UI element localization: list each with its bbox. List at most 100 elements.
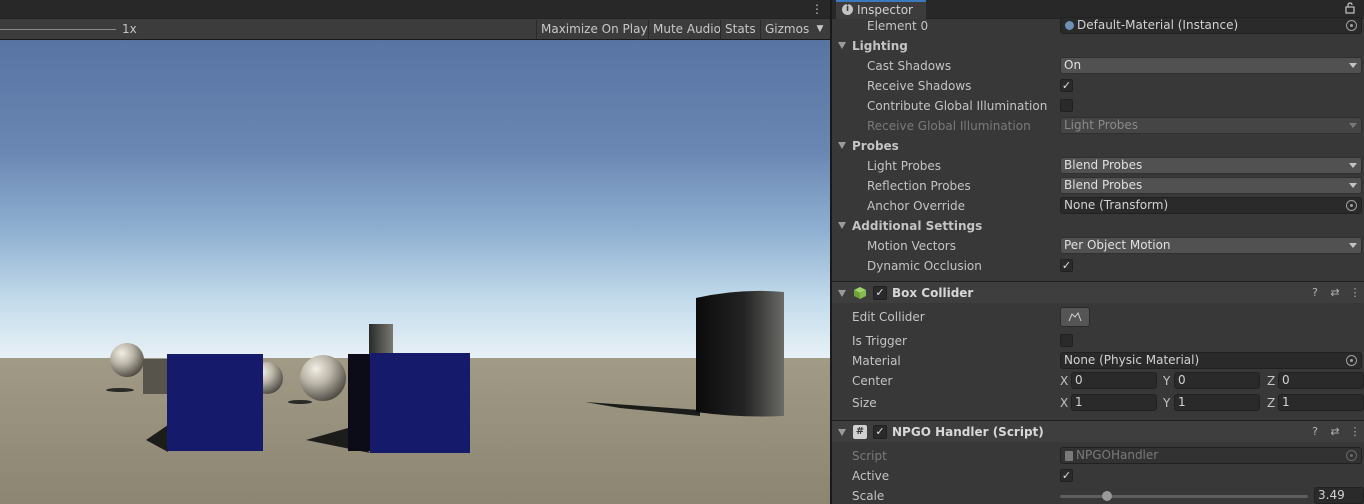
cast-shadows-dropdown[interactable]: On: [1060, 57, 1362, 74]
npgo-handler-enabled-checkbox[interactable]: ✓: [873, 425, 887, 439]
foldout-arrow-icon: [838, 42, 846, 49]
help-icon[interactable]: ?: [1308, 286, 1322, 300]
preset-icon[interactable]: ⇄: [1328, 425, 1342, 439]
dynamic-occlusion-checkbox[interactable]: ✓: [1060, 259, 1073, 272]
cast-shadows-value: On: [1064, 58, 1082, 72]
mute-audio-button[interactable]: Mute Audio: [648, 20, 725, 39]
script-file-icon: [1065, 451, 1073, 461]
maximize-on-play-button[interactable]: Maximize On Play: [536, 20, 652, 39]
motion-vectors-value: Per Object Motion: [1064, 238, 1171, 252]
center-y-label: Y: [1163, 374, 1171, 388]
material-row: Material None (Physic Material): [832, 351, 1364, 371]
foldout-arrow-icon: [838, 142, 846, 149]
object-picker-icon[interactable]: [1346, 20, 1357, 31]
help-icon[interactable]: ?: [1308, 425, 1322, 439]
material-icon: [1065, 21, 1074, 30]
reflection-probes-label: Reflection Probes: [867, 179, 971, 193]
dynamic-occlusion-label: Dynamic Occlusion: [867, 259, 982, 273]
probes-foldout[interactable]: Probes: [832, 136, 1364, 156]
is-trigger-row: Is Trigger: [832, 331, 1364, 351]
element0-value: Default-Material (Instance): [1077, 18, 1239, 32]
element0-label: Element 0: [867, 19, 929, 33]
edit-collider-row: Edit Collider: [832, 307, 1364, 327]
cube-left: [167, 354, 263, 451]
sphere-shadow: [106, 388, 134, 392]
script-row: Script NPGOHandler: [832, 446, 1364, 466]
script-hash-icon: #: [853, 425, 867, 439]
scale-slider-track[interactable]: [1060, 495, 1308, 498]
receive-gi-label: Receive Global Illumination: [867, 119, 1031, 133]
center-x-field[interactable]: 0: [1071, 372, 1157, 389]
gizmos-dropdown-icon[interactable]: ▼: [812, 20, 828, 39]
receive-gi-row: Receive Global Illumination Light Probes: [832, 116, 1364, 136]
game-menu-icon[interactable]: ⋮: [810, 1, 824, 17]
additional-settings-title: Additional Settings: [852, 219, 983, 233]
scale-label: Scale: [852, 489, 885, 503]
lighting-foldout[interactable]: Lighting: [832, 36, 1364, 56]
gizmos-button[interactable]: Gizmos: [760, 20, 813, 39]
object-picker-icon[interactable]: [1346, 200, 1357, 211]
motion-vectors-label: Motion Vectors: [867, 239, 956, 253]
light-probes-value: Blend Probes: [1064, 158, 1143, 172]
scale-value-field[interactable]: 3.49: [1314, 487, 1364, 504]
script-field: NPGOHandler: [1060, 447, 1362, 464]
object-picker-icon[interactable]: [1346, 355, 1357, 366]
light-probes-row: Light Probes Blend Probes: [832, 156, 1364, 176]
scene-objects: [106, 290, 784, 453]
receive-shadows-checkbox[interactable]: ✓: [1060, 79, 1073, 92]
scale-slider[interactable]: [0, 29, 116, 30]
cast-shadows-row: Cast Shadows On: [832, 56, 1364, 76]
dropdown-arrow-icon: [1349, 183, 1357, 188]
context-menu-icon[interactable]: ⋮: [1348, 286, 1362, 300]
active-row: Active ✓: [832, 466, 1364, 486]
small-box: [143, 359, 169, 394]
npgo-handler-header[interactable]: # ✓ NPGO Handler (Script) ? ⇄ ⋮: [832, 420, 1364, 442]
reflection-probes-row: Reflection Probes Blend Probes: [832, 176, 1364, 196]
is-trigger-checkbox[interactable]: [1060, 334, 1073, 347]
receive-shadows-row: Receive Shadows ✓: [832, 76, 1364, 96]
preset-icon[interactable]: ⇄: [1328, 286, 1342, 300]
receive-shadows-label: Receive Shadows: [867, 79, 972, 93]
small-cylinder: [369, 324, 393, 356]
reflection-probes-dropdown[interactable]: Blend Probes: [1060, 177, 1362, 194]
game-toolbar: ⋮ 1x Maximize On Play Mute Audio Stats G…: [0, 0, 830, 40]
motion-vectors-row: Motion Vectors Per Object Motion: [832, 236, 1364, 256]
active-checkbox[interactable]: ✓: [1060, 469, 1073, 482]
anchor-override-label: Anchor Override: [867, 199, 966, 213]
size-z-label: Z: [1267, 396, 1276, 410]
dropdown-arrow-icon: [1349, 63, 1357, 68]
box-collider-enabled-checkbox[interactable]: ✓: [873, 286, 887, 300]
active-label: Active: [852, 469, 890, 483]
center-y-field[interactable]: 0: [1174, 372, 1260, 389]
edit-collider-button[interactable]: [1060, 307, 1090, 327]
stats-button[interactable]: Stats: [720, 20, 760, 39]
foldout-arrow-icon: [838, 290, 846, 297]
size-z-field[interactable]: 1: [1278, 394, 1364, 411]
motion-vectors-dropdown[interactable]: Per Object Motion: [1060, 237, 1362, 254]
additional-settings-foldout[interactable]: Additional Settings: [832, 216, 1364, 236]
material-value: None (Physic Material): [1064, 353, 1200, 367]
material-field[interactable]: None (Physic Material): [1060, 352, 1362, 369]
center-z-field[interactable]: 0: [1278, 372, 1364, 389]
lock-icon[interactable]: [1344, 2, 1356, 14]
context-menu-icon[interactable]: ⋮: [1348, 425, 1362, 439]
anchor-override-field[interactable]: None (Transform): [1060, 197, 1362, 214]
size-label: Size: [852, 396, 877, 410]
sphere-center: [300, 355, 346, 401]
is-trigger-label: Is Trigger: [852, 334, 907, 348]
dropdown-arrow-icon: [1349, 163, 1357, 168]
contribute-gi-label: Contribute Global Illumination: [867, 99, 1048, 113]
edit-collider-label: Edit Collider: [852, 310, 925, 324]
scale-slider-thumb[interactable]: [1102, 491, 1113, 501]
foldout-arrow-icon: [838, 222, 846, 229]
light-probes-label: Light Probes: [867, 159, 942, 173]
box-collider-header[interactable]: ✓ Box Collider ? ⇄ ⋮: [832, 281, 1364, 303]
contribute-gi-checkbox[interactable]: [1060, 99, 1073, 112]
scale-row: Scale 3.49: [832, 486, 1364, 504]
game-scene[interactable]: [0, 40, 830, 504]
size-y-field[interactable]: 1: [1174, 394, 1260, 411]
size-x-field[interactable]: 1: [1071, 394, 1157, 411]
element0-field[interactable]: Default-Material (Instance): [1060, 17, 1362, 34]
light-probes-dropdown[interactable]: Blend Probes: [1060, 157, 1362, 174]
game-view: ⋮ 1x Maximize On Play Mute Audio Stats G…: [0, 0, 830, 504]
